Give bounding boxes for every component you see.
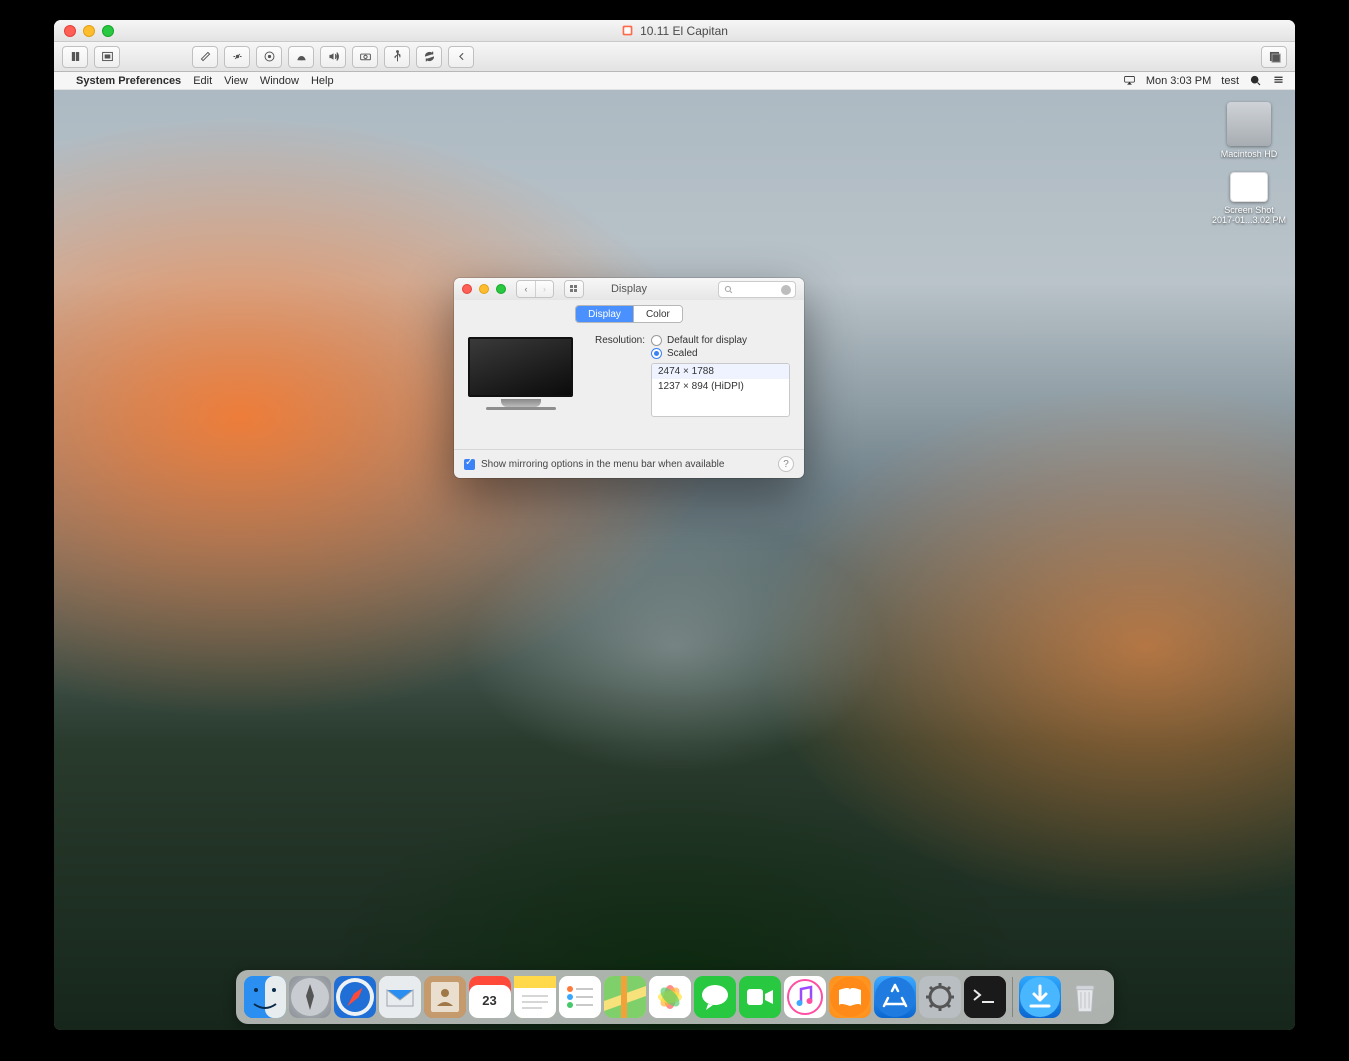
radio-scaled[interactable]: Scaled: [651, 348, 698, 359]
dock-launchpad[interactable]: [289, 976, 331, 1018]
dock-mail[interactable]: [379, 976, 421, 1018]
prefs-tabs: Display Color: [454, 300, 804, 329]
dock-ibooks[interactable]: [829, 976, 871, 1018]
prefs-titlebar: ‹ › Display: [454, 278, 804, 300]
dock-calendar-day: 23: [482, 993, 496, 1008]
vm-fullscreen-button[interactable]: [1261, 46, 1287, 68]
dock-notes[interactable]: [514, 976, 556, 1018]
vm-camera-button[interactable]: [352, 46, 378, 68]
desktop-screenshot-label: Screen Shot: [1209, 205, 1289, 215]
desktop-hd-icon[interactable]: Macintosh HD: [1209, 102, 1289, 159]
dock-terminal[interactable]: [964, 976, 1006, 1018]
dock-safari[interactable]: [334, 976, 376, 1018]
vm-cdrom-button[interactable]: [288, 46, 314, 68]
guest-menubar: System Preferences Edit View Window Help…: [54, 72, 1295, 90]
vm-sync-button[interactable]: [416, 46, 442, 68]
menu-edit[interactable]: Edit: [193, 75, 212, 87]
prefs-minimize-button[interactable]: [479, 284, 489, 294]
radio-scaled-label: Scaled: [667, 348, 698, 359]
dock-messages[interactable]: [694, 976, 736, 1018]
vmware-window: 10.11 El Capitan System Preferences Edit…: [54, 20, 1295, 1030]
prefs-close-button[interactable]: [462, 284, 472, 294]
vmware-titlebar: 10.11 El Capitan: [54, 20, 1295, 42]
menu-help[interactable]: Help: [311, 75, 334, 87]
resolution-option-1[interactable]: 1237 × 894 (HiDPI): [652, 379, 789, 394]
vm-app-icon: [621, 24, 634, 37]
vm-pause-button[interactable]: [62, 46, 88, 68]
tab-display[interactable]: Display: [576, 306, 633, 322]
resolution-list[interactable]: 2474 × 1788 1237 × 894 (HiDPI): [651, 363, 790, 417]
dock-contacts[interactable]: [424, 976, 466, 1018]
vm-collapse-button[interactable]: [448, 46, 474, 68]
dock-photos[interactable]: [649, 976, 691, 1018]
dock-maps[interactable]: [604, 976, 646, 1018]
menu-view[interactable]: View: [224, 75, 248, 87]
menubar-app-name[interactable]: System Preferences: [76, 75, 181, 87]
vm-network-button[interactable]: [224, 46, 250, 68]
desktop-screenshot-icon[interactable]: Screen Shot 2017-01...3.02 PM: [1209, 172, 1289, 225]
guest-screen: System Preferences Edit View Window Help…: [54, 72, 1295, 1030]
help-button[interactable]: ?: [778, 456, 794, 472]
display-prefs-window: ‹ › Display Display Color: [454, 278, 804, 478]
vm-sound-button[interactable]: [320, 46, 346, 68]
prefs-nav-buttons[interactable]: ‹ ›: [516, 280, 554, 298]
vmware-toolbar: [54, 42, 1295, 72]
radio-default[interactable]: Default for display: [651, 335, 747, 346]
tab-color[interactable]: Color: [633, 306, 682, 322]
menubar-clock[interactable]: Mon 3:03 PM: [1146, 75, 1211, 87]
vm-snapshot-button[interactable]: [94, 46, 120, 68]
dock-trash[interactable]: [1064, 976, 1106, 1018]
wallpaper: [54, 72, 1295, 1030]
airplay-icon[interactable]: [1123, 74, 1136, 87]
vm-settings-button[interactable]: [192, 46, 218, 68]
dock-facetime[interactable]: [739, 976, 781, 1018]
dock-separator: [1012, 977, 1013, 1017]
dock-appstore[interactable]: [874, 976, 916, 1018]
dock-finder[interactable]: [244, 976, 286, 1018]
dock-itunes[interactable]: [784, 976, 826, 1018]
notifications-icon[interactable]: [1272, 74, 1285, 87]
resolution-option-0[interactable]: 2474 × 1788: [652, 364, 789, 379]
resolution-label: Resolution:: [587, 335, 645, 346]
dock-reminders[interactable]: [559, 976, 601, 1018]
grid-button[interactable]: [565, 281, 583, 297]
mirroring-checkbox[interactable]: [464, 459, 475, 470]
mirroring-label: Show mirroring options in the menu bar w…: [481, 459, 724, 470]
menubar-user[interactable]: test: [1221, 75, 1239, 87]
vm-title-text: 10.11 El Capitan: [640, 24, 728, 38]
dock-sysprefs[interactable]: [919, 976, 961, 1018]
maximize-button[interactable]: [102, 25, 114, 37]
prefs-search[interactable]: [718, 281, 796, 298]
menu-window[interactable]: Window: [260, 75, 299, 87]
prefs-zoom-button[interactable]: [496, 284, 506, 294]
minimize-button[interactable]: [83, 25, 95, 37]
dock-downloads[interactable]: [1019, 976, 1061, 1018]
spotlight-icon[interactable]: [1249, 74, 1262, 87]
desktop-hd-label: Macintosh HD: [1209, 149, 1289, 159]
desktop-screenshot-label2: 2017-01...3.02 PM: [1209, 215, 1289, 225]
back-button[interactable]: ‹: [517, 281, 535, 297]
vm-harddisk-button[interactable]: [256, 46, 282, 68]
display-thumbnail: [468, 337, 573, 415]
radio-default-label: Default for display: [667, 335, 747, 346]
close-button[interactable]: [64, 25, 76, 37]
dock-calendar[interactable]: 23: [469, 976, 511, 1018]
fwd-button[interactable]: ›: [535, 281, 553, 297]
dock: 23: [236, 970, 1114, 1024]
vm-usb-button[interactable]: [384, 46, 410, 68]
